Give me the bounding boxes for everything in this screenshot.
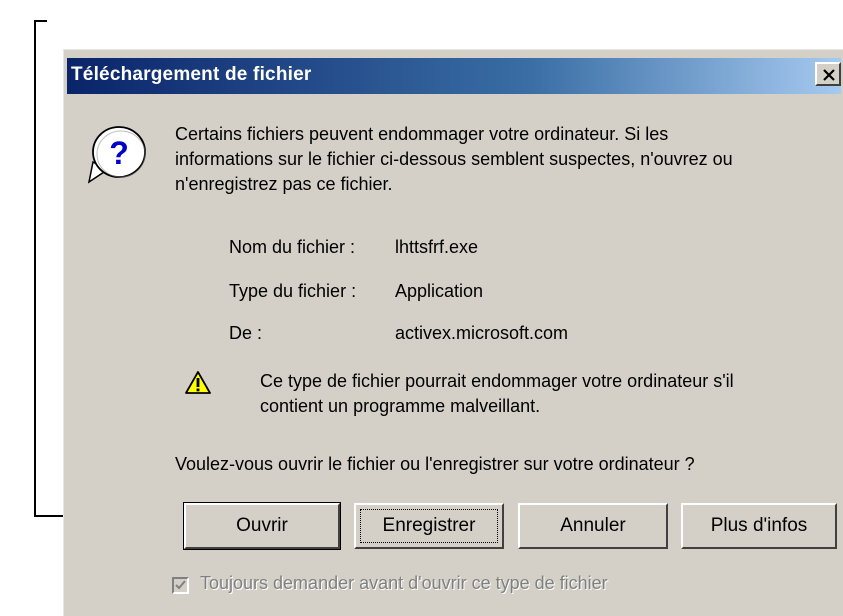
dialog-title: Téléchargement de fichier <box>71 64 312 85</box>
intro-line: Certains fichiers peuvent endommager vot… <box>175 124 669 144</box>
file-download-dialog: Téléchargement de fichier ? Certains fic… <box>63 49 843 616</box>
always-ask-checkbox[interactable] <box>172 577 189 594</box>
save-button-label: Enregistrer <box>382 515 476 536</box>
file-type-label: Type du fichier : <box>229 281 357 301</box>
warning-line: contient un programme malveillant. <box>260 396 541 416</box>
svg-text:?: ? <box>109 135 129 171</box>
annotation-line-vertical <box>34 20 36 516</box>
cancel-button-label: Annuler <box>560 515 626 536</box>
open-button-label: Ouvrir <box>236 515 288 536</box>
file-source-label: De : <box>229 323 263 343</box>
warning-text: Ce type de fichier pourrait endommager v… <box>260 369 734 419</box>
file-name-value: lhttsfrf.exe <box>395 237 479 257</box>
close-icon <box>823 69 835 81</box>
intro-text: Certains fichiers peuvent endommager vot… <box>175 122 733 197</box>
screenshot-stage: Téléchargement de fichier ? Certains fic… <box>0 0 843 616</box>
more-info-button[interactable]: Plus d'infos <box>681 503 837 549</box>
warning-icon <box>185 371 211 394</box>
close-button[interactable] <box>815 62 841 86</box>
always-ask-checkbox-label[interactable]: Toujours demander avant d'ouvrir ce type… <box>200 573 608 594</box>
prompt-question: Voulez-vous ouvrir le fichier ou l'enreg… <box>175 454 695 474</box>
more-info-button-label: Plus d'infos <box>710 515 808 536</box>
save-button[interactable]: Enregistrer <box>354 503 504 549</box>
warning-line: Ce type de fichier pourrait endommager v… <box>260 371 734 391</box>
file-source-value: activex.microsoft.com <box>395 323 569 343</box>
checkmark-icon <box>175 580 186 590</box>
question-icon: ? <box>87 126 146 184</box>
intro-line: informations sur le fichier ci-dessous s… <box>175 149 733 169</box>
title-bar[interactable]: Téléchargement de fichier <box>67 58 841 94</box>
intro-line: n'enregistrez pas ce fichier. <box>175 174 393 194</box>
cancel-button[interactable]: Annuler <box>518 503 668 549</box>
open-button[interactable]: Ouvrir <box>183 502 341 550</box>
file-type-value: Application <box>395 281 484 301</box>
file-name-label: Nom du fichier : <box>229 237 356 257</box>
